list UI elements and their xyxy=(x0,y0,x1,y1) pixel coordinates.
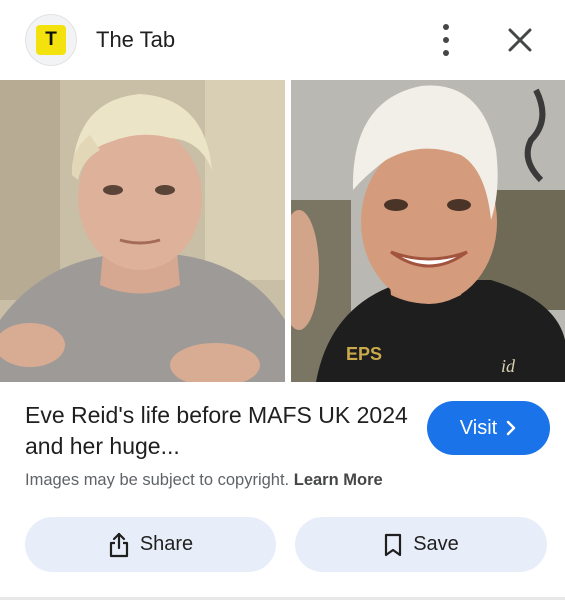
result-title[interactable]: Eve Reid's life before MAFS UK 2024 and … xyxy=(25,400,410,462)
site-logo[interactable]: T xyxy=(25,14,77,66)
site-logo-letter: T xyxy=(36,25,66,55)
learn-more-link[interactable]: Learn More xyxy=(294,471,383,489)
shirt-badge-text: id xyxy=(501,356,516,376)
result-image-left[interactable] xyxy=(0,80,285,382)
portrait-photo-right: EPS id xyxy=(291,80,565,382)
shirt-logo-text: EPS xyxy=(346,344,382,364)
visit-button[interactable]: Visit xyxy=(427,401,550,455)
bookmark-icon xyxy=(385,533,402,556)
more-vertical-icon xyxy=(443,24,449,30)
chevron-right-icon xyxy=(507,420,516,436)
site-name[interactable]: The Tab xyxy=(96,27,175,53)
result-image-right[interactable]: EPS id xyxy=(291,80,565,382)
share-icon xyxy=(109,532,128,557)
close-button[interactable] xyxy=(502,22,538,58)
result-images: EPS id xyxy=(0,80,565,382)
copyright-notice: Images may be subject to copyright. Lear… xyxy=(25,471,383,490)
result-header: T The Tab xyxy=(0,0,565,80)
close-icon xyxy=(508,28,532,52)
portrait-photo-left xyxy=(0,80,285,382)
visit-label: Visit xyxy=(459,416,498,439)
save-label: Save xyxy=(413,533,459,555)
share-label: Share xyxy=(139,533,194,555)
copyright-text: Images may be subject to copyright. xyxy=(25,471,290,489)
more-options-button[interactable] xyxy=(430,22,462,58)
share-button[interactable]: Share xyxy=(25,517,276,572)
save-button[interactable]: Save xyxy=(295,517,547,572)
